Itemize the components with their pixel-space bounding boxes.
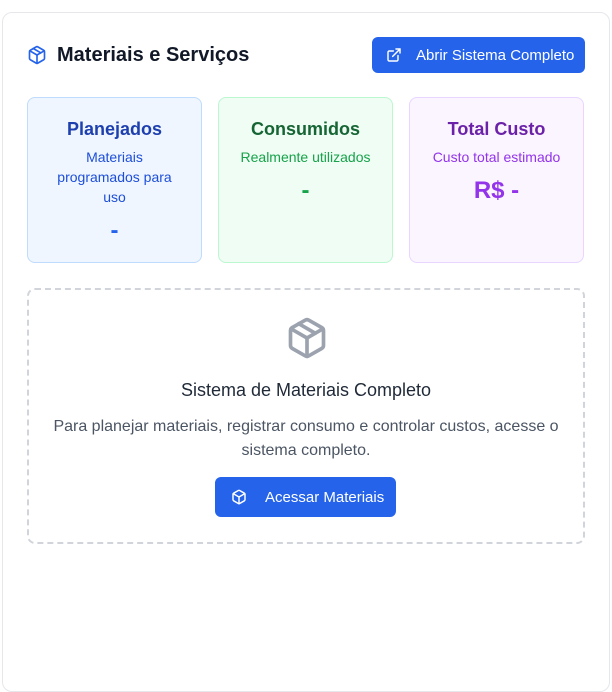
consumed-card-subtitle: Realmente utilizados xyxy=(240,149,371,165)
panel-header: Materiais e Serviços Abrir Sistema Compl… xyxy=(27,37,585,73)
page-title: Materiais e Serviços xyxy=(57,43,250,66)
access-materials-button[interactable]: Acessar Materiais xyxy=(215,477,396,517)
planned-card-title: Planejados xyxy=(66,119,163,139)
total-cost-card-value: R$ - xyxy=(473,177,520,204)
access-materials-label: Acessar Materiais xyxy=(265,488,385,506)
panel-title-group: Materiais e Serviços xyxy=(27,37,249,73)
package-icon xyxy=(27,45,47,65)
planned-card-value: - xyxy=(110,217,119,244)
total-cost-card-subtitle: Custo total estimado xyxy=(432,149,561,165)
package-icon xyxy=(231,489,247,505)
materials-panel: Materiais e Serviços Abrir Sistema Compl… xyxy=(2,12,610,692)
consumed-card-value: - xyxy=(301,177,310,204)
materials-empty-state: Sistema de Materiais Completo Para plane… xyxy=(27,288,585,544)
total-cost-card-title: Total Custo xyxy=(447,119,546,139)
external-link-icon xyxy=(386,47,402,63)
open-full-system-label: Abrir Sistema Completo xyxy=(416,46,575,64)
consumed-card: Consumidos Realmente utilizados - xyxy=(218,97,393,263)
summary-cards: Planejados Materiais programados para us… xyxy=(27,97,585,263)
consumed-card-title: Consumidos xyxy=(250,119,360,139)
empty-state-title: Sistema de Materiais Completo xyxy=(180,380,432,400)
total-cost-card: Total Custo Custo total estimado R$ - xyxy=(409,97,584,263)
planned-card-subtitle: Materiais programados para uso xyxy=(57,149,172,205)
open-full-system-button[interactable]: Abrir Sistema Completo xyxy=(372,37,585,73)
package-icon xyxy=(285,316,329,365)
empty-state-text: Para planejar materiais, registrar consu… xyxy=(53,418,559,459)
planned-card: Planejados Materiais programados para us… xyxy=(27,97,202,263)
